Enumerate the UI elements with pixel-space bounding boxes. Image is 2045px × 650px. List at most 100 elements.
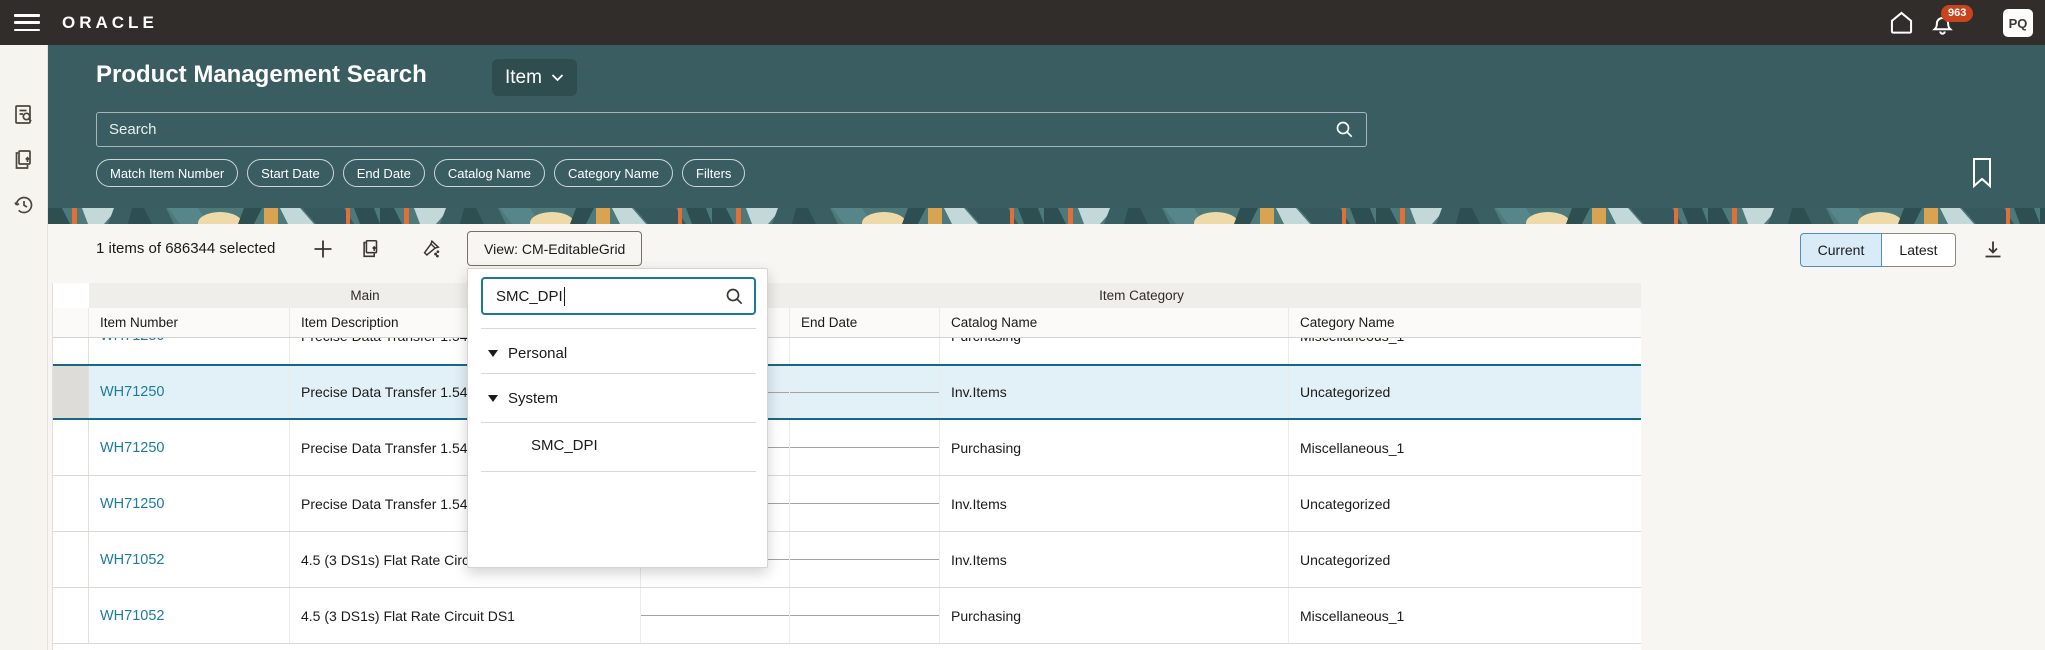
filter-chip-end-date[interactable]: End Date — [342, 159, 425, 187]
main-search-input[interactable]: Search — [96, 112, 1367, 147]
decorative-banner — [48, 208, 2045, 224]
search-icon[interactable] — [725, 287, 744, 306]
user-avatar[interactable]: PQ — [2003, 9, 2033, 37]
row-gutter[interactable] — [53, 476, 89, 531]
view-selector-button[interactable]: View: CM-EditableGrid — [467, 231, 643, 266]
triangle-down-icon — [488, 395, 498, 402]
filter-chip-start-date[interactable]: Start Date — [247, 159, 334, 187]
category-name-cell: Miscellaneous_1 — [1289, 338, 1641, 364]
chevron-down-icon — [551, 74, 564, 82]
table-row[interactable]: WH71250 Precise Data Transfer 1.544 Inv.… — [53, 476, 1641, 532]
table-row[interactable]: WH71250 Precise Data Transfer 1.544 Inv.… — [53, 364, 1641, 420]
search-placeholder: Search — [109, 121, 157, 138]
text-cursor — [563, 286, 566, 306]
section-system[interactable]: System — [488, 390, 558, 407]
scope-selector[interactable]: Item — [492, 59, 577, 96]
row-gutter[interactable] — [53, 366, 89, 418]
item-number-link[interactable]: WH71250 — [100, 384, 164, 400]
category-name-cell: Miscellaneous_1 — [1300, 439, 1405, 456]
download-icon[interactable] — [1981, 238, 2005, 262]
end-date-cell — [790, 420, 940, 475]
view-selector-label: View: CM-EditableGrid — [484, 240, 626, 257]
oracle-logo[interactable]: ORACLE — [62, 0, 158, 45]
catalog-name-cell: Purchasing — [940, 338, 1289, 364]
notification-count-badge: 963 — [1941, 5, 1974, 22]
table-row[interactable]: WH71250 Precise Data Transfer 1.544 Purc… — [53, 420, 1641, 476]
item-number-link[interactable]: WH71250 — [100, 440, 164, 456]
hamburger-menu-icon[interactable] — [14, 14, 40, 31]
mass-update-wand-icon[interactable] — [420, 238, 442, 260]
saved-search-input[interactable]: SMC_DPI — [481, 277, 756, 315]
end-date-cell — [790, 338, 940, 364]
filter-chip-row: Match Item Number Start Date End Date Ca… — [96, 159, 746, 187]
page-title: Product Management Search — [96, 61, 427, 88]
catalog-name-cell: Purchasing — [940, 420, 1289, 475]
catalog-name-cell: Purchasing — [940, 588, 1289, 643]
saved-search-value: SMC_DPI — [496, 287, 563, 305]
gutter-header — [53, 308, 89, 337]
column-header-end-date[interactable]: End Date — [790, 308, 940, 337]
empty-value-line — [790, 503, 939, 504]
row-gutter[interactable] — [53, 420, 89, 475]
end-date-cell — [790, 588, 940, 643]
start-date-cell — [641, 588, 790, 643]
clipboard-export-icon[interactable] — [12, 148, 36, 172]
filter-chip-catalog-name[interactable]: Catalog Name — [433, 159, 545, 187]
saved-search-item-smc-dpi[interactable]: SMC_DPI — [531, 437, 598, 454]
catalog-name-cell: Inv.Items — [940, 366, 1289, 418]
copy-item-icon[interactable] — [360, 238, 382, 260]
column-header-catalog-name[interactable]: Catalog Name — [940, 308, 1289, 337]
add-item-icon[interactable] — [312, 238, 334, 260]
left-rail — [0, 45, 48, 650]
end-date-cell — [790, 476, 940, 531]
top-bar: ORACLE 963 PQ — [0, 0, 2045, 45]
results-grid: Main Item Category Item Number Item Desc… — [52, 283, 1641, 650]
page-header: Product Management Search Item Search Ma… — [48, 45, 2045, 208]
catalog-name-cell: Inv.Items — [940, 532, 1289, 587]
row-gutter[interactable] — [53, 588, 89, 643]
home-icon[interactable] — [1888, 9, 1915, 36]
filter-chip-match-item-number[interactable]: Match Item Number — [96, 159, 239, 187]
empty-value-line — [790, 447, 939, 448]
filter-chip-filters[interactable]: Filters — [682, 159, 746, 187]
column-header-item-number[interactable]: Item Number — [89, 308, 290, 337]
item-number-link[interactable]: WH71052 — [100, 552, 164, 568]
scope-label: Item — [505, 66, 542, 88]
item-number-link[interactable]: WH71250 — [100, 338, 164, 344]
latest-toggle-button[interactable]: Latest — [1882, 233, 1956, 267]
column-header-row: Item Number Item Description End Date Ca… — [53, 308, 1641, 338]
section-label: Personal — [508, 345, 568, 362]
product-management-search-page: ORACLE 963 PQ Product Management Search … — [0, 0, 2045, 650]
history-icon[interactable] — [12, 193, 36, 217]
end-date-cell — [790, 532, 940, 587]
column-header-category-name[interactable]: Category Name — [1289, 308, 1641, 337]
section-personal[interactable]: Personal — [488, 345, 567, 362]
saved-search-dropdown: SMC_DPI Personal System SMC_DPI — [467, 268, 768, 568]
search-icon[interactable] — [1335, 120, 1354, 139]
table-row[interactable]: WH71052 4.5 (3 DS1s) Flat Rate Circuit D… — [53, 588, 1641, 644]
version-toggle: Current Latest — [1800, 233, 1956, 267]
empty-value-line — [790, 391, 939, 393]
current-toggle-button[interactable]: Current — [1800, 233, 1882, 267]
selection-summary: 1 items of 686344 selected — [96, 240, 276, 257]
empty-value-line — [790, 559, 939, 560]
item-number-link[interactable]: WH71052 — [100, 608, 164, 624]
triangle-down-icon — [488, 350, 498, 357]
column-group-header-row: Main Item Category — [53, 283, 1641, 308]
table-row-partial — [53, 644, 1641, 650]
category-name-cell: Uncategorized — [1300, 384, 1391, 400]
empty-value-line — [641, 615, 789, 616]
item-description-cell: 4.5 (3 DS1s) Flat Rate Circuit DS1 — [290, 588, 641, 643]
row-gutter[interactable] — [53, 338, 89, 364]
table-row[interactable]: WH71052 4.5 (3 DS1s) Flat Rate Circuit D… — [53, 532, 1641, 588]
item-number-link[interactable]: WH71250 — [100, 496, 164, 512]
table-row[interactable]: WH71250 Precise Data Transfer 1.544 Purc… — [53, 338, 1641, 364]
category-name-cell: Uncategorized — [1300, 551, 1391, 568]
row-gutter[interactable] — [53, 532, 89, 587]
empty-value-line — [790, 615, 939, 616]
search-results-icon[interactable] — [12, 103, 36, 127]
bookmark-icon[interactable] — [1970, 157, 1994, 189]
filter-chip-category-name[interactable]: Category Name — [554, 159, 674, 187]
group-header-item-category: Item Category — [641, 283, 1641, 308]
catalog-name-cell: Inv.Items — [940, 476, 1289, 531]
